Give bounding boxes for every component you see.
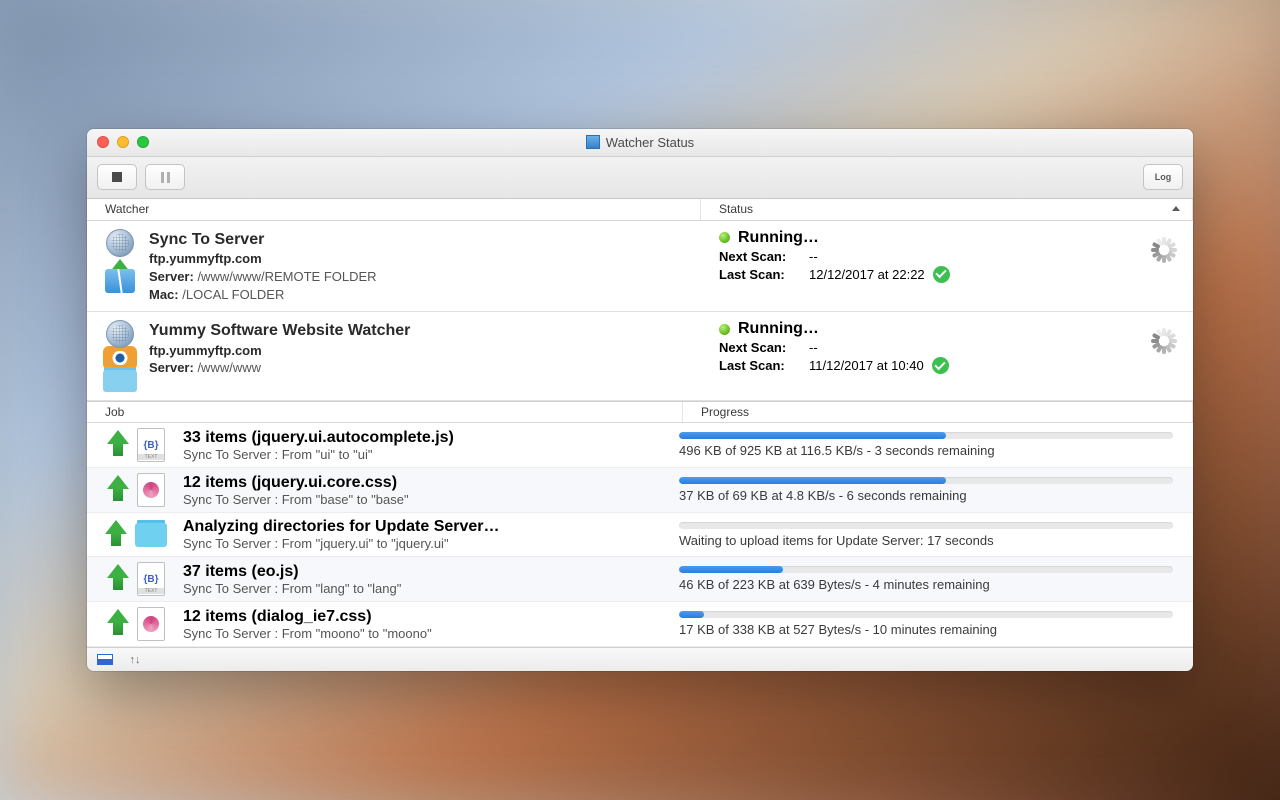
column-job[interactable]: Job <box>87 402 683 422</box>
watcher-host: ftp.yummyftp.com <box>149 250 701 268</box>
log-button[interactable]: Log <box>1143 164 1183 190</box>
folder-icon <box>103 370 137 392</box>
last-scan: Last Scan:11/12/2017 at 10:40 <box>719 357 1151 374</box>
folder-icon <box>135 523 167 547</box>
check-icon <box>933 266 950 283</box>
last-scan: Last Scan:12/12/2017 at 22:22 <box>719 266 1151 283</box>
status-dot-icon <box>719 324 730 335</box>
globe-icon <box>106 320 134 348</box>
progress-text: 46 KB of 223 KB at 639 Bytes/s - 4 minut… <box>679 577 1173 592</box>
pause-button[interactable] <box>145 164 185 190</box>
status-dot-icon <box>719 232 730 243</box>
job-subtitle: Sync To Server : From "lang" to "lang" <box>183 581 679 596</box>
column-status[interactable]: Status <box>701 199 1193 220</box>
spinner-icon <box>1151 328 1177 354</box>
upload-arrow-icon <box>103 520 129 550</box>
upload-arrow-icon <box>105 609 131 639</box>
job-row[interactable]: {B} 37 items (eo.js)Sync To Server : From… <box>87 557 1193 602</box>
sort-caret-icon <box>1172 206 1180 211</box>
job-title: 12 items (dialog_ie7.css) <box>183 608 679 626</box>
job-subtitle: Sync To Server : From "ui" to "ui" <box>183 447 679 462</box>
upload-arrow-icon <box>105 564 131 594</box>
job-subtitle: Sync To Server : From "moono" to "moono" <box>183 626 679 641</box>
zoom-icon[interactable] <box>137 136 149 148</box>
watcher-name: Sync To Server <box>149 229 701 251</box>
watcher-row[interactable]: Sync To Serverftp.yummyftp.comServer: /w… <box>87 221 1193 312</box>
watcher-status: Running… <box>719 229 1151 247</box>
check-icon <box>932 357 949 374</box>
upload-arrow-icon <box>105 430 131 460</box>
window-title-text: Watcher Status <box>606 135 694 150</box>
next-scan: Next Scan:-- <box>719 249 1151 264</box>
sort-arrows-icon: ↑↓ <box>130 654 141 666</box>
log-icon: Log <box>1155 172 1172 182</box>
view-icon <box>97 654 113 665</box>
next-scan: Next Scan:-- <box>719 340 1151 355</box>
close-icon[interactable] <box>97 136 109 148</box>
footer-bar: ↑↓ <box>87 647 1193 671</box>
job-title: 33 items (jquery.ui.autocomplete.js) <box>183 429 679 447</box>
column-status-label: Status <box>719 202 753 216</box>
progress-text: 496 KB of 925 KB at 116.5 KB/s - 3 secon… <box>679 443 1173 458</box>
css-file-icon <box>137 607 165 641</box>
watcher-host: ftp.yummyftp.com <box>149 342 701 360</box>
job-row[interactable]: 12 items (jquery.ui.core.css)Sync To Ser… <box>87 468 1193 513</box>
watcher-name: Yummy Software Website Watcher <box>149 320 701 342</box>
job-row[interactable]: {B} 33 items (jquery.ui.autocomplete.js)S… <box>87 423 1193 468</box>
job-title: 12 items (jquery.ui.core.css) <box>183 474 679 492</box>
job-subtitle: Sync To Server : From "base" to "base" <box>183 492 679 507</box>
watchers-column-header: Watcher Status <box>87 199 1193 221</box>
minimize-icon[interactable] <box>117 136 129 148</box>
text-file-icon: {B} <box>137 428 165 462</box>
job-title: Analyzing directories for Update Server… <box>183 518 679 536</box>
upload-arrow-icon <box>105 475 131 505</box>
watcher-server: Server: /www/www <box>149 359 701 377</box>
job-title: 37 items (eo.js) <box>183 563 679 581</box>
progress-bar <box>679 477 1173 484</box>
watcher-status: Running… <box>719 320 1151 338</box>
traffic-lights <box>97 136 149 148</box>
sort-button[interactable]: ↑↓ <box>125 652 145 668</box>
text-file-icon: {B} <box>137 562 165 596</box>
view-mode-button[interactable] <box>95 652 115 668</box>
job-row[interactable]: 12 items (dialog_ie7.css)Sync To Server … <box>87 602 1193 647</box>
spinner-icon <box>1151 237 1177 263</box>
watchers-list: Sync To Serverftp.yummyftp.comServer: /w… <box>87 221 1193 401</box>
progress-text: Waiting to upload items for Update Serve… <box>679 533 1173 548</box>
progress-bar <box>679 432 1173 439</box>
progress-bar <box>679 566 1173 573</box>
watcher-row[interactable]: Yummy Software Website Watcherftp.yummyf… <box>87 312 1193 401</box>
progress-text: 17 KB of 338 KB at 527 Bytes/s - 10 minu… <box>679 622 1173 637</box>
progress-bar <box>679 611 1173 618</box>
jobs-list: {B}33 items (jquery.ui.autocomplete.js)S… <box>87 423 1193 647</box>
window-title: Watcher Status <box>87 135 1193 150</box>
job-subtitle: Sync To Server : From "jquery.ui" to "jq… <box>183 536 679 551</box>
pause-icon <box>161 172 170 183</box>
jobs-column-header: Job Progress <box>87 401 1193 423</box>
app-window: Watcher Status Log Watcher Status Sync T… <box>87 129 1193 671</box>
globe-icon <box>106 229 134 257</box>
progress-text: 37 KB of 69 KB at 4.8 KB/s - 6 seconds r… <box>679 488 1173 503</box>
eye-icon <box>103 346 137 370</box>
css-file-icon <box>137 473 165 507</box>
stop-icon <box>112 172 122 182</box>
watcher-server: Server: /www/www/REMOTE FOLDER <box>149 268 701 286</box>
column-progress[interactable]: Progress <box>683 402 1193 422</box>
job-row[interactable]: Analyzing directories for Update Server…… <box>87 513 1193 557</box>
column-watcher[interactable]: Watcher <box>87 199 701 220</box>
watcher-mac: Mac: /LOCAL FOLDER <box>149 286 701 304</box>
finder-icon <box>105 269 135 293</box>
app-icon <box>586 135 600 149</box>
toolbar: Log <box>87 157 1193 199</box>
progress-bar <box>679 522 1173 529</box>
stop-button[interactable] <box>97 164 137 190</box>
titlebar[interactable]: Watcher Status <box>87 129 1193 157</box>
